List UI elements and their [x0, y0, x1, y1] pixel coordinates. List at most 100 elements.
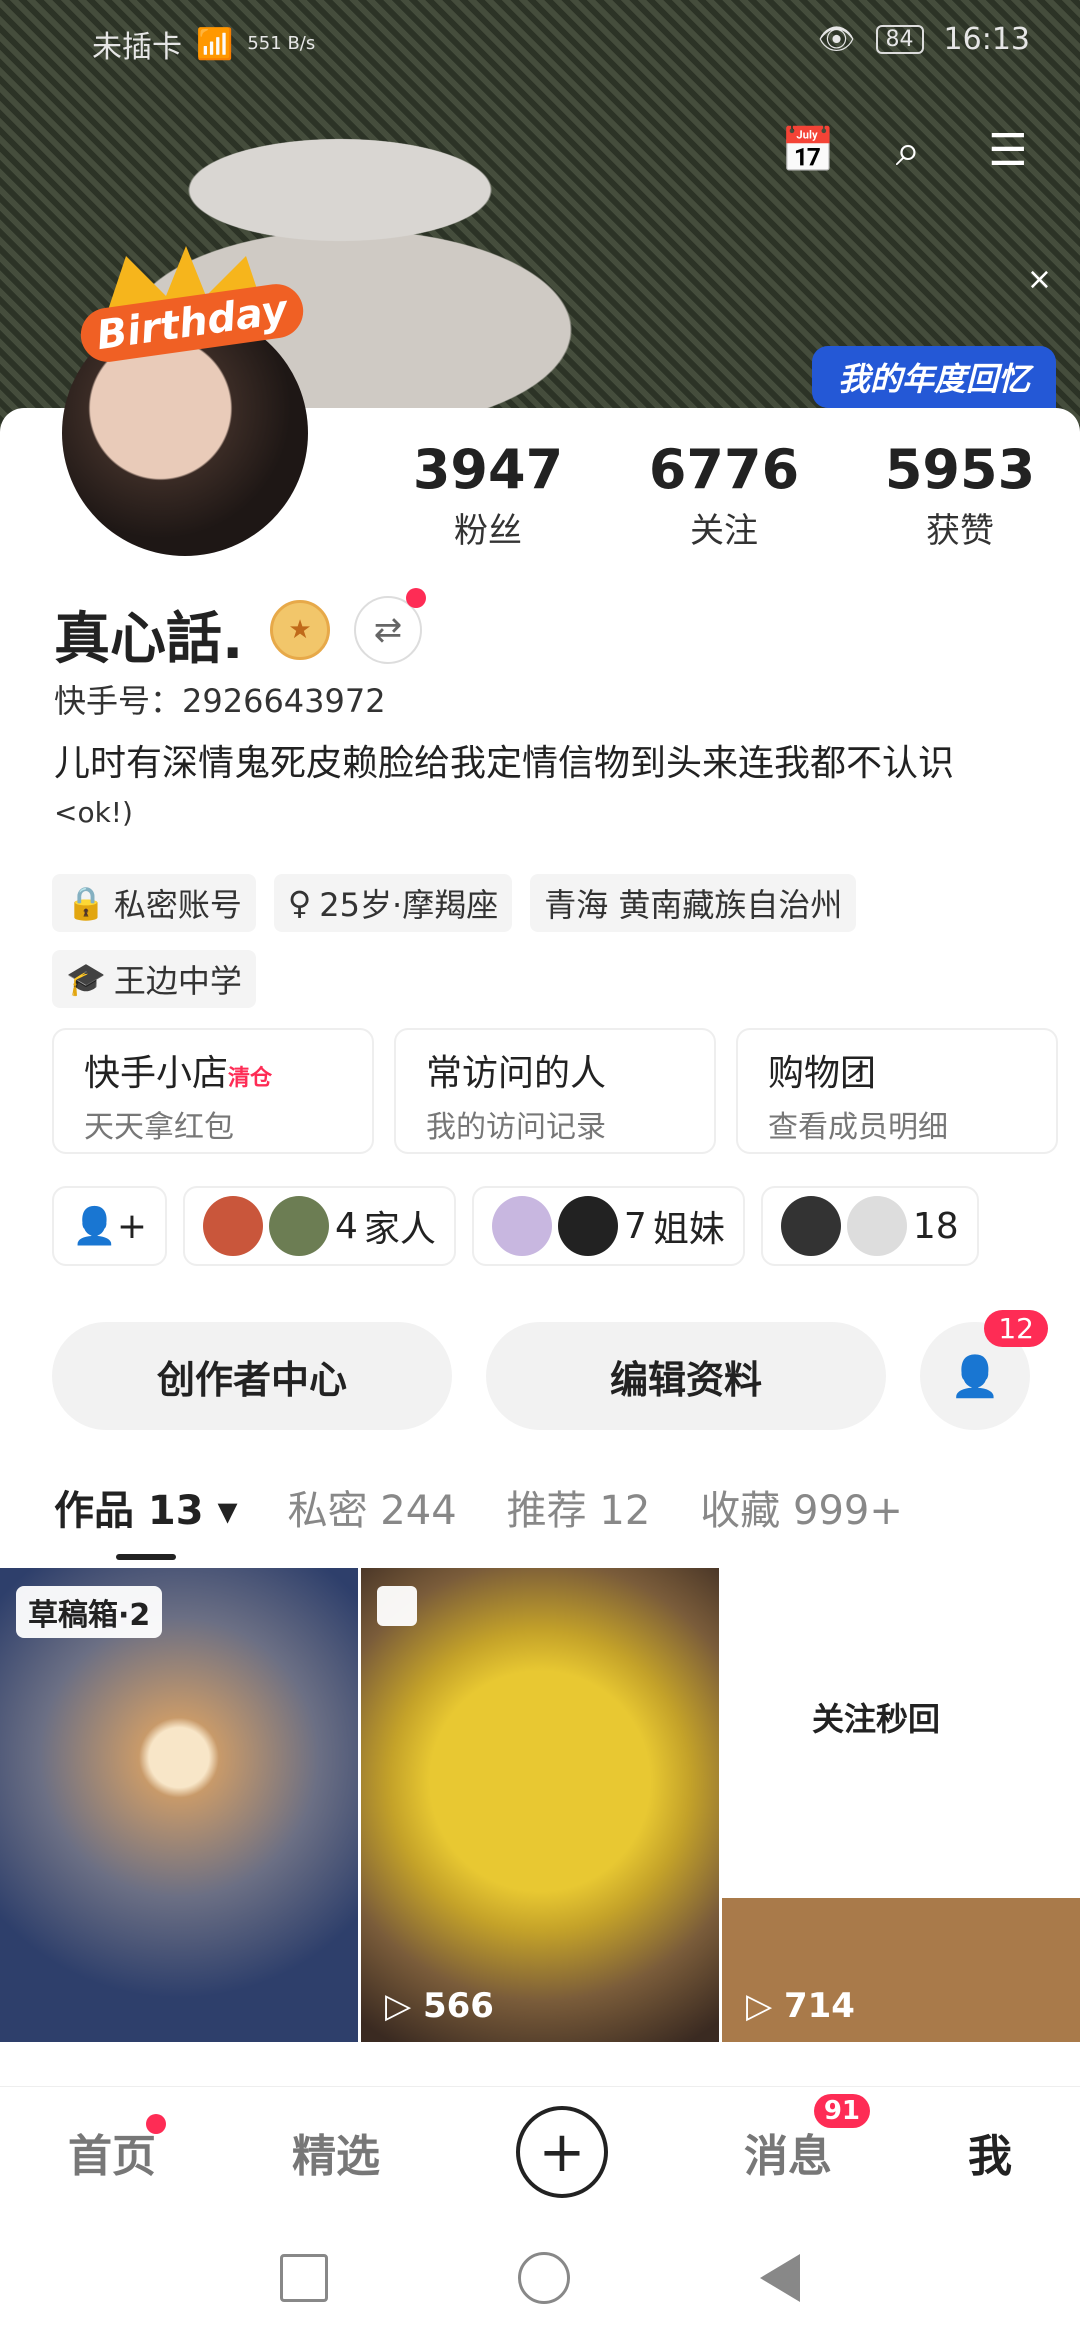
card-subtitle: 天天拿红包: [84, 1110, 234, 1145]
annual-recap-banner[interactable]: 我的年度回忆: [811, 346, 1056, 408]
menu-icon[interactable]: ☰: [980, 122, 1036, 178]
card-title: 购物团: [768, 1053, 877, 1094]
wifi-icon: 📶: [196, 26, 234, 62]
calendar-icon[interactable]: 📅: [780, 122, 836, 178]
bottom-nav: 首页 精选 + 消息 91 我: [0, 2086, 1080, 2217]
eye-icon: 👁: [817, 22, 856, 57]
nav-label: 首页: [68, 2131, 156, 2182]
tag-age[interactable]: ♀ 25岁·摩羯座: [273, 874, 513, 932]
profile-stats: 3947 粉丝 6776 关注 5953 获赞: [370, 438, 1078, 552]
system-nav-bar: [0, 2216, 1080, 2340]
card-title: 快手小店: [84, 1053, 229, 1094]
avatar: [557, 1196, 618, 1256]
group-count: 4: [335, 1205, 358, 1247]
thumbnail-headline: 关注秒回: [812, 1700, 941, 1738]
draft-badge: 草稿箱·2: [16, 1586, 163, 1638]
nav-label: 消息: [744, 2131, 832, 2182]
tab-indicator: [116, 1554, 176, 1560]
likes-count: 5953: [884, 438, 1036, 501]
play-count-value: 714: [783, 1986, 855, 2026]
tag-label: 青海 黄南藏族自治州: [544, 886, 843, 924]
add-friend-button[interactable]: 👤 12: [920, 1310, 1048, 1430]
creator-center-button[interactable]: 创作者中心: [52, 1322, 452, 1430]
network-speed: 551 B/s: [247, 33, 316, 54]
stat-following[interactable]: 6776 关注: [606, 438, 842, 552]
group-other[interactable]: 18: [760, 1186, 979, 1266]
tag-private[interactable]: 🔒 私密账号: [52, 874, 256, 932]
nav-home[interactable]: 首页: [68, 2114, 166, 2184]
lock-icon: 🔒: [66, 884, 106, 922]
school-icon: 🎓: [66, 960, 106, 998]
video-tile[interactable]: 草稿箱·2: [0, 1568, 358, 2042]
add-friend-chip[interactable]: 👤+: [52, 1186, 167, 1266]
add-user-icon: 👤+: [72, 1206, 147, 1247]
kuaishou-id[interactable]: 快手号：2926643972: [54, 676, 386, 722]
messages-badge: 91: [813, 2094, 870, 2128]
avatar: [846, 1196, 907, 1256]
back-icon[interactable]: [760, 2254, 800, 2302]
tab-recommended[interactable]: 推荐 12: [507, 1478, 651, 1536]
feature-cards: 快手小店清仓 天天拿红包 常访问的人 我的访问记录 购物团 查看成员明细: [52, 1028, 1058, 1154]
close-icon[interactable]: ×: [1027, 262, 1052, 297]
group-count: 7: [623, 1205, 647, 1247]
followers-label: 粉丝: [454, 511, 522, 551]
nav-me[interactable]: 我: [968, 2120, 1012, 2184]
clock: 16:13: [943, 22, 1030, 57]
tab-private[interactable]: 私密 244: [288, 1478, 457, 1536]
content-tabs: 作品 13 ▾ 私密 244 推荐 12 收藏 999+: [54, 1478, 903, 1536]
video-tile[interactable]: ▷ 566: [361, 1568, 719, 2042]
tag-label: 私密账号: [113, 886, 242, 924]
card-group-buy[interactable]: 购物团 查看成员明细: [736, 1028, 1058, 1154]
stat-followers[interactable]: 3947 粉丝: [370, 438, 606, 552]
card-subtitle: 我的访问记录: [426, 1110, 606, 1145]
card-title: 常访问的人: [426, 1053, 607, 1094]
home-icon[interactable]: [518, 2252, 570, 2304]
nav-messages[interactable]: 消息 91: [744, 2094, 870, 2184]
avatar: [780, 1196, 841, 1256]
search-icon[interactable]: ⌕: [880, 122, 936, 178]
card-subtitle: 查看成员明细: [768, 1110, 948, 1145]
gender-icon: ♀: [287, 884, 312, 922]
recents-icon[interactable]: [280, 2254, 328, 2302]
bio-emoji-text: <ok!): [54, 796, 133, 829]
bio-text: 儿时有深情鬼死皮赖脸给我定情信物到头来连我都不认识: [54, 743, 955, 784]
avatar: [269, 1196, 329, 1256]
carrier-text: 未插卡: [92, 30, 182, 65]
medal-icon[interactable]: ★: [270, 600, 330, 660]
play-count: ▷ 714: [746, 1986, 855, 2026]
tag-school[interactable]: 🎓 王边中学: [52, 950, 256, 1008]
thumbnail-image: [722, 1568, 1080, 2042]
notification-dot: [406, 588, 426, 608]
add-user-icon: 👤: [950, 1353, 1000, 1400]
following-label: 关注: [690, 511, 758, 551]
card-shop[interactable]: 快手小店清仓 天天拿红包: [52, 1028, 374, 1154]
profile-tags: 🔒 私密账号 ♀ 25岁·摩羯座 青海 黄南藏族自治州 🎓 王边中学: [52, 874, 1052, 1008]
follow-badge: 12: [984, 1310, 1048, 1347]
video-grid: 草稿箱·2 ▷ 566 关注秒回 ▷ 714: [0, 1568, 1080, 2042]
card-visitors[interactable]: 常访问的人 我的访问记录: [394, 1028, 716, 1154]
following-count: 6776: [648, 438, 800, 501]
video-tile[interactable]: 关注秒回 ▷ 714: [722, 1568, 1080, 2042]
notification-dot: [146, 2114, 166, 2134]
nav-featured[interactable]: 精选: [292, 2120, 380, 2184]
group-label: 姐妹: [652, 1209, 725, 1250]
tag-location[interactable]: 青海 黄南藏族自治州: [530, 874, 857, 932]
tag-label: 25岁·摩羯座: [319, 886, 499, 924]
followers-count: 3947: [412, 438, 564, 501]
group-chips: 👤+ 4 家人 7 姐妹 18: [52, 1186, 979, 1266]
avatar: [203, 1196, 263, 1256]
profile-actions: 创作者中心 编辑资料 👤 12: [52, 1310, 1048, 1430]
avatar: [491, 1196, 552, 1256]
edit-profile-button[interactable]: 编辑资料: [486, 1322, 886, 1430]
play-count-value: 566: [422, 1986, 494, 2026]
profile-name: 真心話.: [54, 607, 244, 672]
group-sisters[interactable]: 7 姐妹: [471, 1186, 745, 1266]
play-count: ▷ 566: [385, 1986, 494, 2026]
create-button[interactable]: +: [516, 2106, 608, 2198]
image-icon: [377, 1586, 417, 1626]
tab-favorites[interactable]: 收藏 999+: [700, 1478, 903, 1536]
tab-works[interactable]: 作品 13 ▾: [54, 1478, 238, 1536]
group-family[interactable]: 4 家人: [183, 1186, 456, 1266]
card-hot-label: 清仓: [228, 1066, 273, 1091]
stat-likes[interactable]: 5953 获赞: [842, 438, 1078, 552]
